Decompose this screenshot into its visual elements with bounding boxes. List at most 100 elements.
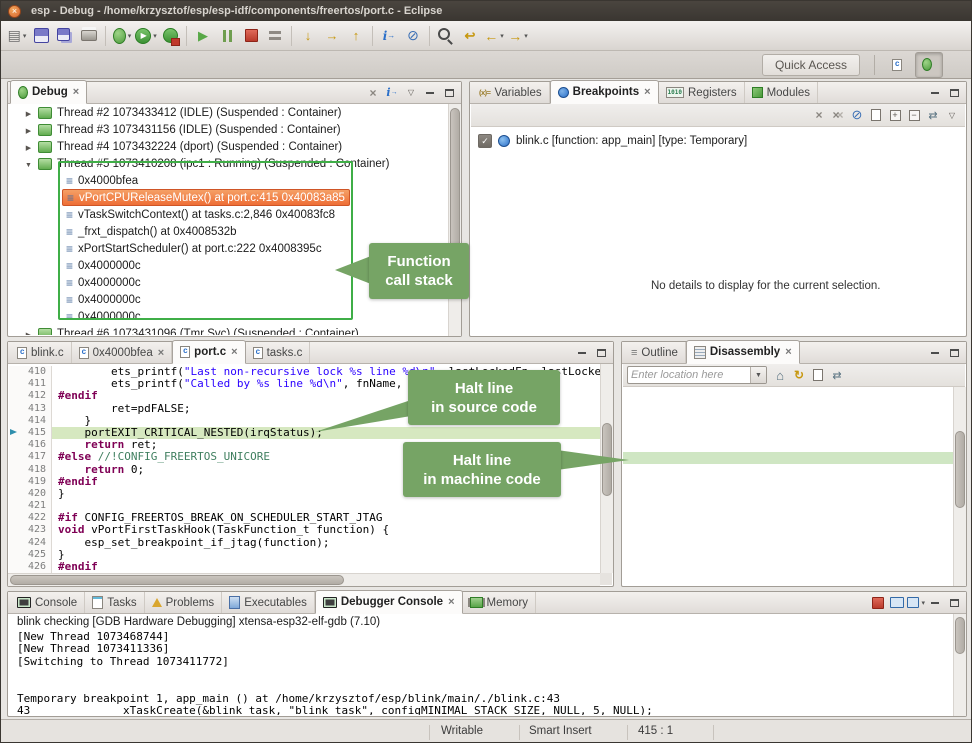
new-wizard-button[interactable] [5, 24, 29, 48]
breakpoint-row[interactable]: blink.c [function: app_main] [type: Temp… [471, 132, 965, 150]
maximize-button[interactable] [440, 84, 458, 102]
quick-access-button[interactable]: Quick Access [762, 54, 860, 76]
disassembly-row[interactable]: 40083a7d: movi.n a2, 1 [623, 390, 953, 402]
maximize-button[interactable] [592, 344, 610, 362]
maximize-button[interactable] [945, 344, 963, 362]
code-line[interactable]: 423 void vPortFirstTaskHook(TaskFunction… [9, 524, 600, 536]
suspend-button[interactable] [215, 24, 239, 48]
code-line[interactable]: 422 #if CONFIG_FREERTOS_BREAK_ON_SCHEDUL… [9, 512, 600, 524]
step-return-button[interactable] [344, 24, 368, 48]
disassembly-row[interactable]: 40083a85: retw.n [623, 452, 953, 464]
scrollbar-thumb[interactable] [955, 431, 965, 509]
tree-row[interactable]: 0x4000000c [9, 308, 448, 325]
scrollbar-thumb[interactable] [955, 617, 965, 654]
refresh-button[interactable] [790, 366, 808, 384]
tab-executables[interactable]: Executables [222, 592, 315, 613]
search-button[interactable] [434, 24, 458, 48]
scrollbar-thumb[interactable] [10, 575, 344, 585]
disassembly-row[interactable]: 40083a91: call8 0x40081b20 <heap_caps_ma… [623, 551, 953, 563]
maximize-button[interactable] [945, 594, 963, 612]
minimize-button[interactable] [926, 594, 944, 612]
remove-selected-breakpoints-button[interactable] [810, 106, 828, 124]
external-tools-button[interactable] [158, 24, 182, 48]
editor-horizontal-scrollbar[interactable] [8, 573, 600, 586]
code-line[interactable]: 426 #endif [9, 561, 600, 573]
disassembly-row[interactable]: 40083a88: entry a1, 32 [623, 502, 953, 514]
tab-console[interactable]: Console [10, 592, 85, 613]
tree-row[interactable]: Thread #2 1073433412 (IDLE) (Suspended :… [9, 104, 448, 121]
close-tab-icon[interactable] [231, 347, 237, 357]
tab-modules[interactable]: Modules [745, 82, 818, 103]
disassembly-row[interactable]: 420 } [623, 440, 953, 452]
code-line[interactable]: 425 } [9, 549, 600, 561]
tab-0x4000bfea[interactable]: 0x4000bfea [72, 342, 173, 363]
close-tab-icon[interactable] [644, 87, 650, 97]
disassembly-row[interactable]: 40083a94: or a2, a10, a10 [623, 576, 953, 585]
tab-port-c[interactable]: port.c [172, 340, 245, 364]
disassembly-row[interactable]: 453 return heap_caps_malloc(xWantedSize [623, 514, 953, 526]
tree-row[interactable]: 0x4000bfea [9, 172, 448, 189]
resume-button[interactable] [191, 24, 215, 48]
breakpoint-checkbox[interactable] [478, 134, 492, 148]
minimize-button[interactable] [573, 344, 591, 362]
disconnect-button[interactable] [263, 24, 287, 48]
disassembly-row[interactable]: 40083a8b: movi a11, 4 [623, 526, 953, 538]
tree-row[interactable]: Thread #4 1073432224 (dport) (Suspended … [9, 138, 448, 155]
step-over-button[interactable] [320, 24, 344, 48]
tree-row[interactable]: vPortCPUReleaseMutex() at port.c:415 0x4… [9, 189, 448, 206]
tab-debug[interactable]: Debug [10, 80, 87, 104]
terminate-console-button[interactable] [869, 594, 887, 612]
code-line[interactable]: 415 portEXIT_CRITICAL_NESTED(irqStatus); [9, 427, 600, 439]
code-line[interactable]: 421 [9, 500, 600, 512]
remove-all-terminated-button[interactable] [364, 84, 382, 102]
close-tab-icon[interactable] [785, 347, 791, 357]
minimize-button[interactable] [926, 344, 944, 362]
tab-outline[interactable]: Outline [624, 342, 686, 363]
tab-registers[interactable]: Registers [659, 82, 745, 103]
tree-row[interactable]: _frxt_dispatch() at 0x4008532b [9, 223, 448, 240]
close-tab-icon[interactable] [73, 87, 79, 97]
open-console-button[interactable] [907, 594, 925, 612]
twisty-icon[interactable] [23, 158, 34, 170]
minimize-button[interactable] [421, 84, 439, 102]
tab-breakpoints[interactable]: Breakpoints [550, 80, 659, 104]
twisty-icon[interactable] [23, 328, 34, 336]
twisty-icon[interactable] [23, 141, 34, 153]
twisty-icon[interactable] [23, 107, 34, 119]
close-tab-icon[interactable] [158, 348, 164, 358]
instruction-stepping-button[interactable] [377, 24, 401, 48]
tree-row[interactable]: Thread #6 1073431096 (Tmr Svc) (Suspende… [9, 325, 448, 335]
perspective-debug-button[interactable] [915, 52, 943, 78]
twisty-icon[interactable] [23, 124, 34, 136]
last-edit-location-button[interactable] [458, 24, 482, 48]
forward-button[interactable] [506, 24, 530, 48]
tab-variables[interactable]: Variables [472, 82, 550, 103]
view-menu-button[interactable] [402, 84, 420, 102]
disassembly-row[interactable]: 415 portEXIT_CRITICAL_NESTED(irqStatus); [623, 402, 953, 414]
tree-row[interactable]: Thread #5 1073410208 (ipc1 : Running) (S… [9, 155, 448, 172]
show-source-toggle[interactable] [809, 366, 827, 384]
tab-tasks-c[interactable]: tasks.c [246, 342, 311, 363]
tree-row[interactable]: Thread #3 1073431156 (IDLE) (Suspended :… [9, 121, 448, 138]
skip-all-breakpoints-button[interactable] [848, 106, 866, 124]
terminate-button[interactable] [239, 24, 263, 48]
tab-blink-c[interactable]: blink.c [10, 342, 72, 363]
instruction-stepping-mode-button[interactable] [383, 84, 401, 102]
back-button[interactable] [482, 24, 506, 48]
expand-all-button[interactable] [886, 106, 904, 124]
disassembly-row[interactable]: 454 } [623, 563, 953, 575]
tab-tasks[interactable]: Tasks [85, 592, 144, 613]
debug-button[interactable] [110, 24, 134, 48]
disassembly-row[interactable]: 40083a87: srli a3, a0, 6 [623, 464, 953, 476]
perspective-cpp-button[interactable] [885, 52, 913, 78]
collapse-all-button[interactable] [905, 106, 923, 124]
home-button[interactable] [771, 366, 789, 384]
sync-selection-toggle[interactable] [828, 366, 846, 384]
disassembly-row[interactable]: 40083a8e: or a10, a2, a2 [623, 539, 953, 551]
tab-problems[interactable]: Problems [145, 592, 223, 613]
minimize-button[interactable] [926, 84, 944, 102]
window-close-button[interactable]: × [8, 5, 21, 18]
remove-all-breakpoints-button[interactable] [829, 106, 847, 124]
disassembly-listing[interactable]: 40083a7d: movi.n a2, 1 415 portEXIT_CRIT… [623, 387, 953, 585]
debug-scrollbar[interactable] [448, 104, 461, 336]
